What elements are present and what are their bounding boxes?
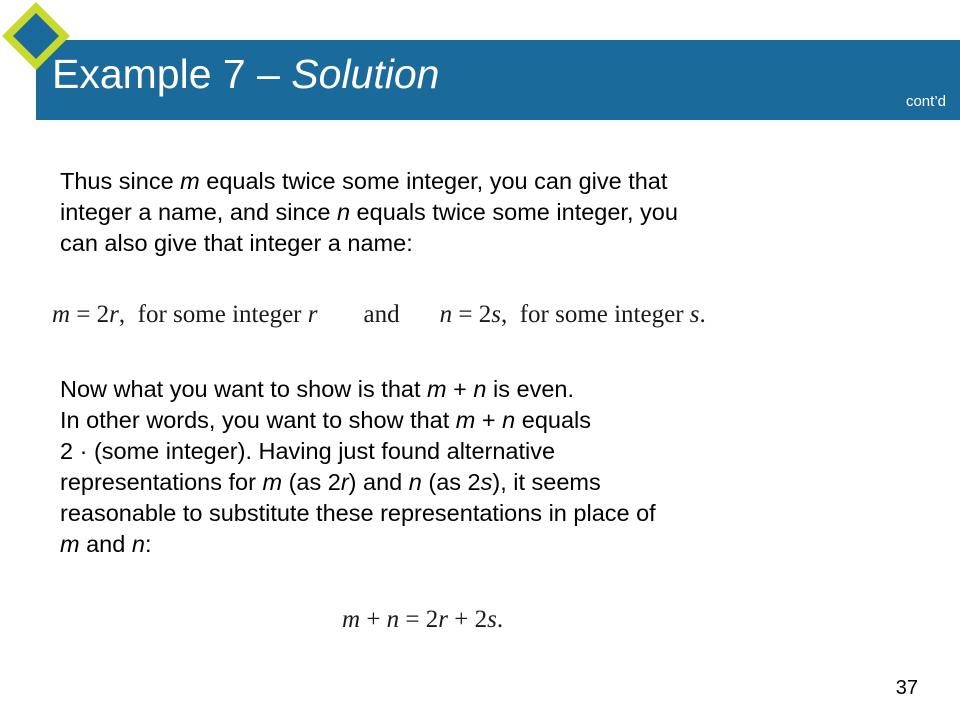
body-paragraph-2: Now what you want to show is that m + n … (60, 374, 656, 560)
p2-var-m-3: m (262, 469, 283, 495)
p2-seg7: ) and (348, 469, 409, 495)
eq2-end: . (496, 606, 504, 633)
p1-var-n: n (336, 199, 351, 225)
p2-seg2: + (446, 376, 474, 402)
p2-var-n-1: n (473, 376, 487, 402)
page-number: 37 (895, 677, 918, 699)
page-title-main: Example 7 – (52, 51, 292, 97)
equation-sum: m + n = 2r + 2s. (342, 605, 503, 635)
p2-seg10: and (79, 531, 132, 557)
eq1-right-rest: = 2 (452, 301, 492, 328)
eq1-left-sub: r (109, 301, 119, 328)
p1-var-m: m (180, 168, 200, 194)
eq1-left-name: r (307, 301, 318, 328)
p2-seg1: Now what you want to show is that (60, 376, 428, 402)
equation-definitions: m = 2r, for some integer r and n = 2s, for… (52, 300, 706, 330)
p2-var-s: s (480, 469, 493, 495)
eq1-left-var: m (52, 301, 71, 328)
page-title: Example 7 – Solution (52, 50, 439, 98)
p2-seg4: + (475, 407, 503, 433)
eq2-var-r: r (438, 606, 449, 633)
eq1-left-tail: , for some integer (118, 301, 308, 328)
p2-var-n-4: n (131, 531, 145, 557)
p2-seg8: (as 2 (421, 469, 481, 495)
p2-seg6: (as 2 (282, 469, 341, 495)
eq2-var-n: n (386, 606, 400, 633)
continued-label: cont’d (905, 93, 946, 110)
p1-seg1: Thus since (60, 168, 181, 194)
p2-seg11: : (144, 531, 152, 557)
eq1-right-var: n (439, 301, 453, 328)
eq1-right-name: s (689, 301, 700, 328)
p2-var-m-2: m (455, 407, 476, 433)
p2-var-r: r (340, 469, 349, 495)
eq1-left-rest: = 2 (70, 301, 110, 328)
page-title-emphasis: Solution (291, 51, 440, 97)
eq2-var-m: m (342, 606, 361, 633)
p2-var-n-3: n (408, 469, 422, 495)
eq2-equals: = 2 (399, 606, 439, 633)
eq1-conjunction: and (363, 301, 400, 328)
slide-canvas: Example 7 – Solution cont’d Thus since m… (0, 0, 960, 720)
body-paragraph-1: Thus since m equals twice some integer, … (60, 166, 678, 259)
p2-var-m-1: m (427, 376, 447, 402)
eq2-var-s: s (487, 606, 497, 633)
p2-var-n-2: n (502, 407, 516, 433)
eq2-op1: + (360, 606, 387, 633)
p2-var-m-4: m (60, 531, 80, 557)
eq1-right-tail: , for some integer (500, 301, 690, 328)
eq1-right-end: . (699, 301, 706, 328)
eq2-op2: + 2 (448, 606, 488, 633)
eq1-right-sub: s (491, 301, 501, 328)
